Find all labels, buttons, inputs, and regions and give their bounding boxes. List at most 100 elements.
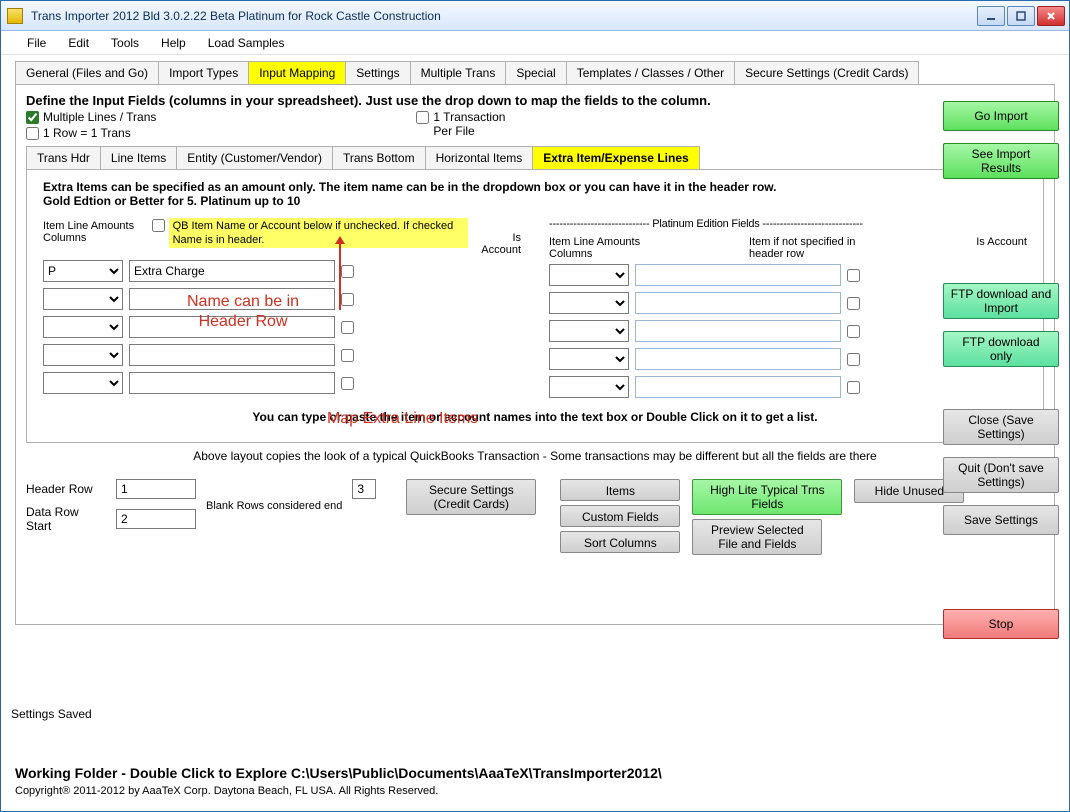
input-data-row-start[interactable]	[116, 509, 196, 529]
btn-preview[interactable]: Preview Selected File and Fields	[692, 519, 822, 555]
input-header-row[interactable]	[116, 479, 196, 499]
right-item-name-4[interactable]	[635, 376, 841, 398]
left-label-amounts: Item Line Amounts Columns	[43, 218, 146, 244]
label-blank-rows: Blank Rows considered end	[206, 500, 342, 512]
left-row	[43, 344, 521, 366]
left-item-name-3[interactable]	[129, 344, 335, 366]
label-header-row: Header Row	[26, 482, 106, 496]
left-col-select-1[interactable]	[43, 288, 123, 310]
left-col-select-0[interactable]: P	[43, 260, 123, 282]
left-col-select-3[interactable]	[43, 344, 123, 366]
chk-1trans-input[interactable]	[416, 111, 429, 124]
input-blank-rows[interactable]	[352, 479, 376, 499]
tab-settings[interactable]: Settings	[345, 61, 410, 84]
right-isaccount-1[interactable]	[847, 297, 860, 310]
btn-go-import[interactable]: Go Import	[943, 101, 1059, 131]
subtab-entity[interactable]: Entity (Customer/Vendor)	[176, 146, 333, 169]
menu-edit[interactable]: Edit	[68, 36, 89, 50]
right-isaccount-4[interactable]	[847, 381, 860, 394]
menu-help[interactable]: Help	[161, 36, 186, 50]
btn-close-save[interactable]: Close (Save Settings)	[943, 409, 1059, 445]
close-button[interactable]	[1037, 6, 1065, 26]
left-isaccount-0[interactable]	[341, 265, 354, 278]
left-item-name-4[interactable]	[129, 372, 335, 394]
right-label-item: Item if not specified in header row	[749, 236, 887, 260]
right-col-select-3[interactable]	[549, 348, 629, 370]
left-row	[43, 372, 521, 394]
btn-secure-settings[interactable]: Secure Settings (Credit Cards)	[406, 479, 536, 515]
btn-save-settings[interactable]: Save Settings	[943, 505, 1059, 535]
yellow-note: QB Item Name or Account below if uncheck…	[169, 218, 468, 248]
left-isaccount-4[interactable]	[341, 377, 354, 390]
tab-input-mapping[interactable]: Input Mapping	[248, 61, 346, 84]
header-row-group: Header Row Blank Rows considered end Dat…	[26, 479, 382, 533]
subtab-extra-item[interactable]: Extra Item/Expense Lines	[532, 146, 699, 169]
menubar: File Edit Tools Help Load Samples	[1, 31, 1069, 55]
footer-note: You can type or paste the item or accoun…	[43, 410, 1027, 424]
subtab-trans-bottom[interactable]: Trans Bottom	[332, 146, 426, 169]
right-button-bar: Go Import See Import Results FTP downloa…	[943, 101, 1059, 639]
chk-1trans-per-file[interactable]: 1 Transaction Per File	[416, 110, 505, 138]
subtab-line-items[interactable]: Line Items	[100, 146, 177, 169]
left-item-name-2[interactable]	[129, 316, 335, 338]
btn-items[interactable]: Items	[560, 479, 680, 501]
app-icon	[7, 8, 23, 24]
tab-multiple-trans[interactable]: Multiple Trans	[410, 61, 507, 84]
main-tabs: General (Files and Go) Import Types Inpu…	[15, 61, 1055, 85]
left-col-select-2[interactable]	[43, 316, 123, 338]
left-row	[43, 316, 521, 338]
left-label-isaccount: Is Account	[474, 218, 521, 256]
right-col-select-0[interactable]	[549, 264, 629, 286]
chk-multiple-lines-input[interactable]	[26, 111, 39, 124]
copyright: Copyright® 2011-2012 by AaaTeX Corp. Day…	[15, 785, 662, 797]
right-item-name-0[interactable]	[635, 264, 841, 286]
left-item-name-0[interactable]	[129, 260, 335, 282]
tab-import-types[interactable]: Import Types	[158, 61, 249, 84]
subtab-horizontal[interactable]: Horizontal Items	[425, 146, 534, 169]
left-isaccount-2[interactable]	[341, 321, 354, 334]
tab-secure[interactable]: Secure Settings (Credit Cards)	[734, 61, 919, 84]
btn-ftp-import[interactable]: FTP download and Import	[943, 283, 1059, 319]
chk-name-in-header-input[interactable]	[152, 219, 165, 232]
menu-tools[interactable]: Tools	[111, 36, 139, 50]
right-label-amounts: Item Line Amounts Columns	[549, 236, 679, 260]
chk-name-in-header[interactable]: QB Item Name or Account below if uncheck…	[152, 218, 468, 248]
left-col-select-4[interactable]	[43, 372, 123, 394]
right-isaccount-0[interactable]	[847, 269, 860, 282]
working-folder[interactable]: Working Folder - Double Click to Explore…	[15, 765, 662, 781]
right-item-name-1[interactable]	[635, 292, 841, 314]
btn-quit[interactable]: Quit (Don't save Settings)	[943, 457, 1059, 493]
menu-load-samples[interactable]: Load Samples	[208, 36, 285, 50]
btn-custom-fields[interactable]: Custom Fields	[560, 505, 680, 527]
right-isaccount-3[interactable]	[847, 353, 860, 366]
right-item-name-3[interactable]	[635, 348, 841, 370]
subpanel-intro: Extra Items can be specified as an amoun…	[43, 180, 1027, 208]
menu-file[interactable]: File	[27, 36, 46, 50]
subtab-trans-hdr[interactable]: Trans Hdr	[26, 146, 101, 169]
btn-see-results[interactable]: See Import Results	[943, 143, 1059, 179]
maximize-button[interactable]	[1007, 6, 1035, 26]
tab-general[interactable]: General (Files and Go)	[15, 61, 159, 84]
left-isaccount-1[interactable]	[341, 293, 354, 306]
below-note: Above layout copies the look of a typica…	[26, 449, 1044, 463]
right-isaccount-2[interactable]	[847, 325, 860, 338]
panel-heading: Define the Input Fields (columns in your…	[26, 93, 1044, 108]
left-isaccount-3[interactable]	[341, 349, 354, 362]
label-data-row-start: Data Row Start	[26, 505, 106, 533]
minimize-button[interactable]	[977, 6, 1005, 26]
btn-sort-columns[interactable]: Sort Columns	[560, 531, 680, 553]
right-item-name-2[interactable]	[635, 320, 841, 342]
tab-templates[interactable]: Templates / Classes / Other	[566, 61, 735, 84]
chk-multiple-lines[interactable]: Multiple Lines / Trans	[26, 110, 156, 124]
right-col-select-1[interactable]	[549, 292, 629, 314]
btn-highlite[interactable]: High Lite Typical Trns Fields	[692, 479, 842, 515]
left-item-name-1[interactable]	[129, 288, 335, 310]
status-text: Settings Saved	[11, 707, 92, 721]
chk-1row-1trans[interactable]: 1 Row = 1 Trans	[26, 126, 156, 140]
right-col-select-4[interactable]	[549, 376, 629, 398]
tab-special[interactable]: Special	[505, 61, 566, 84]
btn-ftp-only[interactable]: FTP download only	[943, 331, 1059, 367]
right-col-select-2[interactable]	[549, 320, 629, 342]
chk-1row-input[interactable]	[26, 127, 39, 140]
btn-stop[interactable]: Stop	[943, 609, 1059, 639]
